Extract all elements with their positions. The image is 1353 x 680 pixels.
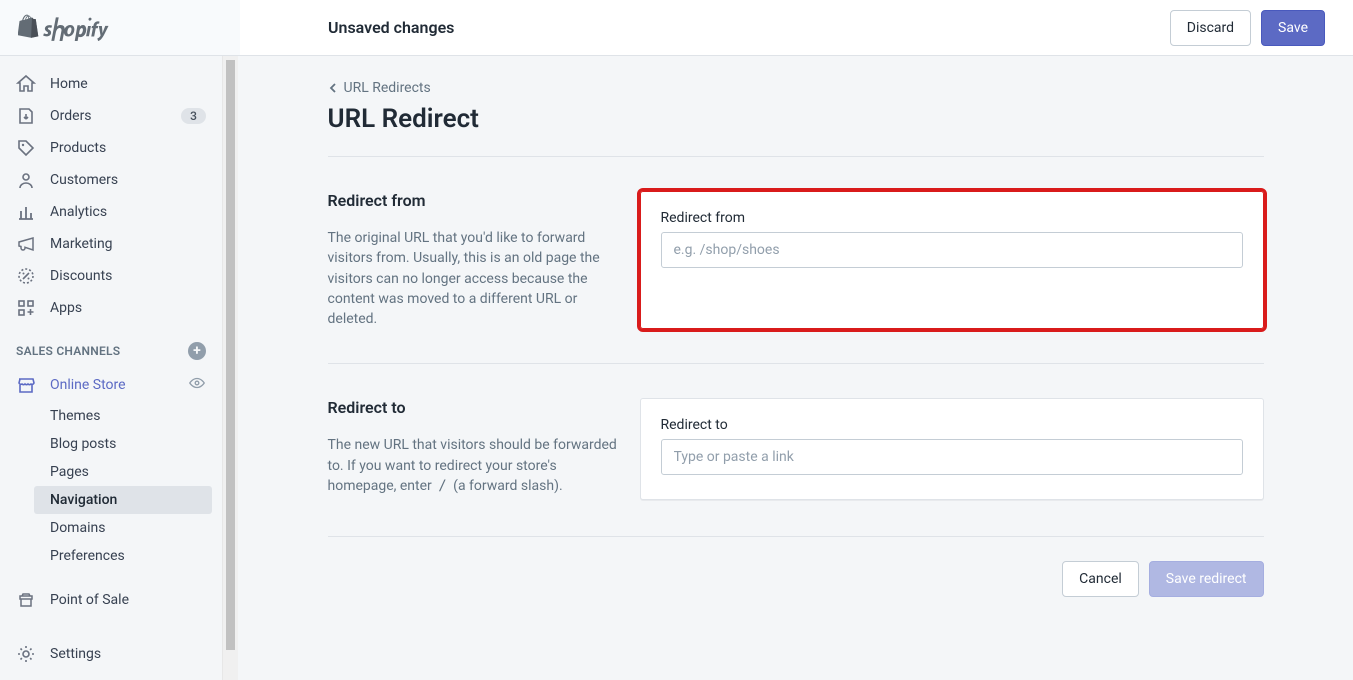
nav-label: Discounts	[50, 268, 112, 284]
redirect-from-card: Redirect from	[640, 191, 1264, 329]
nav-point-of-sale[interactable]: Point of Sale	[0, 584, 222, 616]
nav-analytics[interactable]: Analytics	[0, 196, 222, 228]
sales-channels-label: SALES CHANNELS	[16, 344, 120, 358]
nav-products[interactable]: Products	[0, 132, 222, 164]
store-icon	[16, 375, 36, 395]
save-button[interactable]: Save	[1261, 10, 1325, 46]
redirect-from-label: Redirect from	[661, 210, 1243, 226]
analytics-icon	[16, 202, 36, 222]
home-icon	[16, 74, 36, 94]
section-help-redirect-from: The original URL that you'd like to forw…	[328, 228, 620, 329]
nav-settings[interactable]: Settings	[0, 638, 222, 670]
sales-channels-header: SALES CHANNELS +	[0, 324, 222, 368]
megaphone-icon	[16, 234, 36, 254]
sub-domains[interactable]: Domains	[0, 514, 218, 542]
nav-label: Settings	[50, 646, 101, 662]
redirect-to-card: Redirect to	[640, 398, 1264, 500]
unsaved-changes-label: Unsaved changes	[328, 18, 454, 37]
discard-button[interactable]: Discard	[1170, 10, 1251, 46]
nav-customers[interactable]: Customers	[0, 164, 222, 196]
section-title-redirect-from: Redirect from	[328, 191, 620, 210]
pos-icon	[16, 590, 36, 610]
sub-navigation[interactable]: Navigation	[34, 486, 212, 514]
tag-icon	[16, 138, 36, 158]
nav-label: Products	[50, 140, 106, 156]
breadcrumb-label: URL Redirects	[344, 80, 431, 96]
chevron-left-icon	[328, 83, 338, 93]
divider	[328, 156, 1264, 157]
redirect-from-input[interactable]	[661, 232, 1243, 268]
nav-label: Home	[50, 76, 88, 92]
save-redirect-button[interactable]: Save redirect	[1149, 561, 1264, 597]
nav-apps[interactable]: Apps	[0, 292, 222, 324]
section-help-redirect-to: The new URL that visitors should be forw…	[328, 435, 620, 496]
nav-orders[interactable]: Orders 3	[0, 100, 222, 132]
cancel-button[interactable]: Cancel	[1062, 561, 1139, 597]
nav-home[interactable]: Home	[0, 68, 222, 100]
view-store-button[interactable]	[188, 374, 206, 396]
divider	[328, 363, 1264, 364]
orders-badge: 3	[181, 108, 206, 124]
page-title: URL Redirect	[328, 104, 1264, 134]
sub-blog-posts[interactable]: Blog posts	[0, 430, 218, 458]
nav-label: Marketing	[50, 236, 113, 252]
nav-label: Orders	[50, 108, 92, 124]
add-channel-button[interactable]: +	[188, 342, 206, 360]
sub-themes[interactable]: Themes	[0, 402, 218, 430]
section-title-redirect-to: Redirect to	[328, 398, 620, 417]
scrollbar-thumb[interactable]	[226, 60, 235, 650]
discount-icon	[16, 266, 36, 286]
sub-preferences[interactable]: Preferences	[0, 542, 218, 570]
main-content: URL Redirects URL Redirect Redirect from…	[238, 56, 1353, 680]
sidebar: Home Orders 3 Products Customers Analyti…	[0, 56, 222, 680]
nav-label: Customers	[50, 172, 118, 188]
apps-icon	[16, 298, 36, 318]
person-icon	[16, 170, 36, 190]
breadcrumb-back[interactable]: URL Redirects	[328, 80, 431, 96]
nav-marketing[interactable]: Marketing	[0, 228, 222, 260]
orders-icon	[16, 106, 36, 126]
nav-online-store[interactable]: Online Store	[0, 368, 222, 402]
nav-label: Online Store	[50, 377, 126, 393]
nav-label: Analytics	[50, 204, 107, 220]
sidebar-scrollbar[interactable]	[222, 56, 238, 680]
nav-label: Apps	[50, 300, 82, 316]
sub-pages[interactable]: Pages	[0, 458, 218, 486]
shopify-logo[interactable]	[0, 0, 240, 56]
gear-icon	[16, 644, 36, 664]
redirect-to-input[interactable]	[661, 439, 1243, 475]
nav-discounts[interactable]: Discounts	[0, 260, 222, 292]
nav-label: Point of Sale	[50, 592, 129, 608]
redirect-to-label: Redirect to	[661, 417, 1243, 433]
